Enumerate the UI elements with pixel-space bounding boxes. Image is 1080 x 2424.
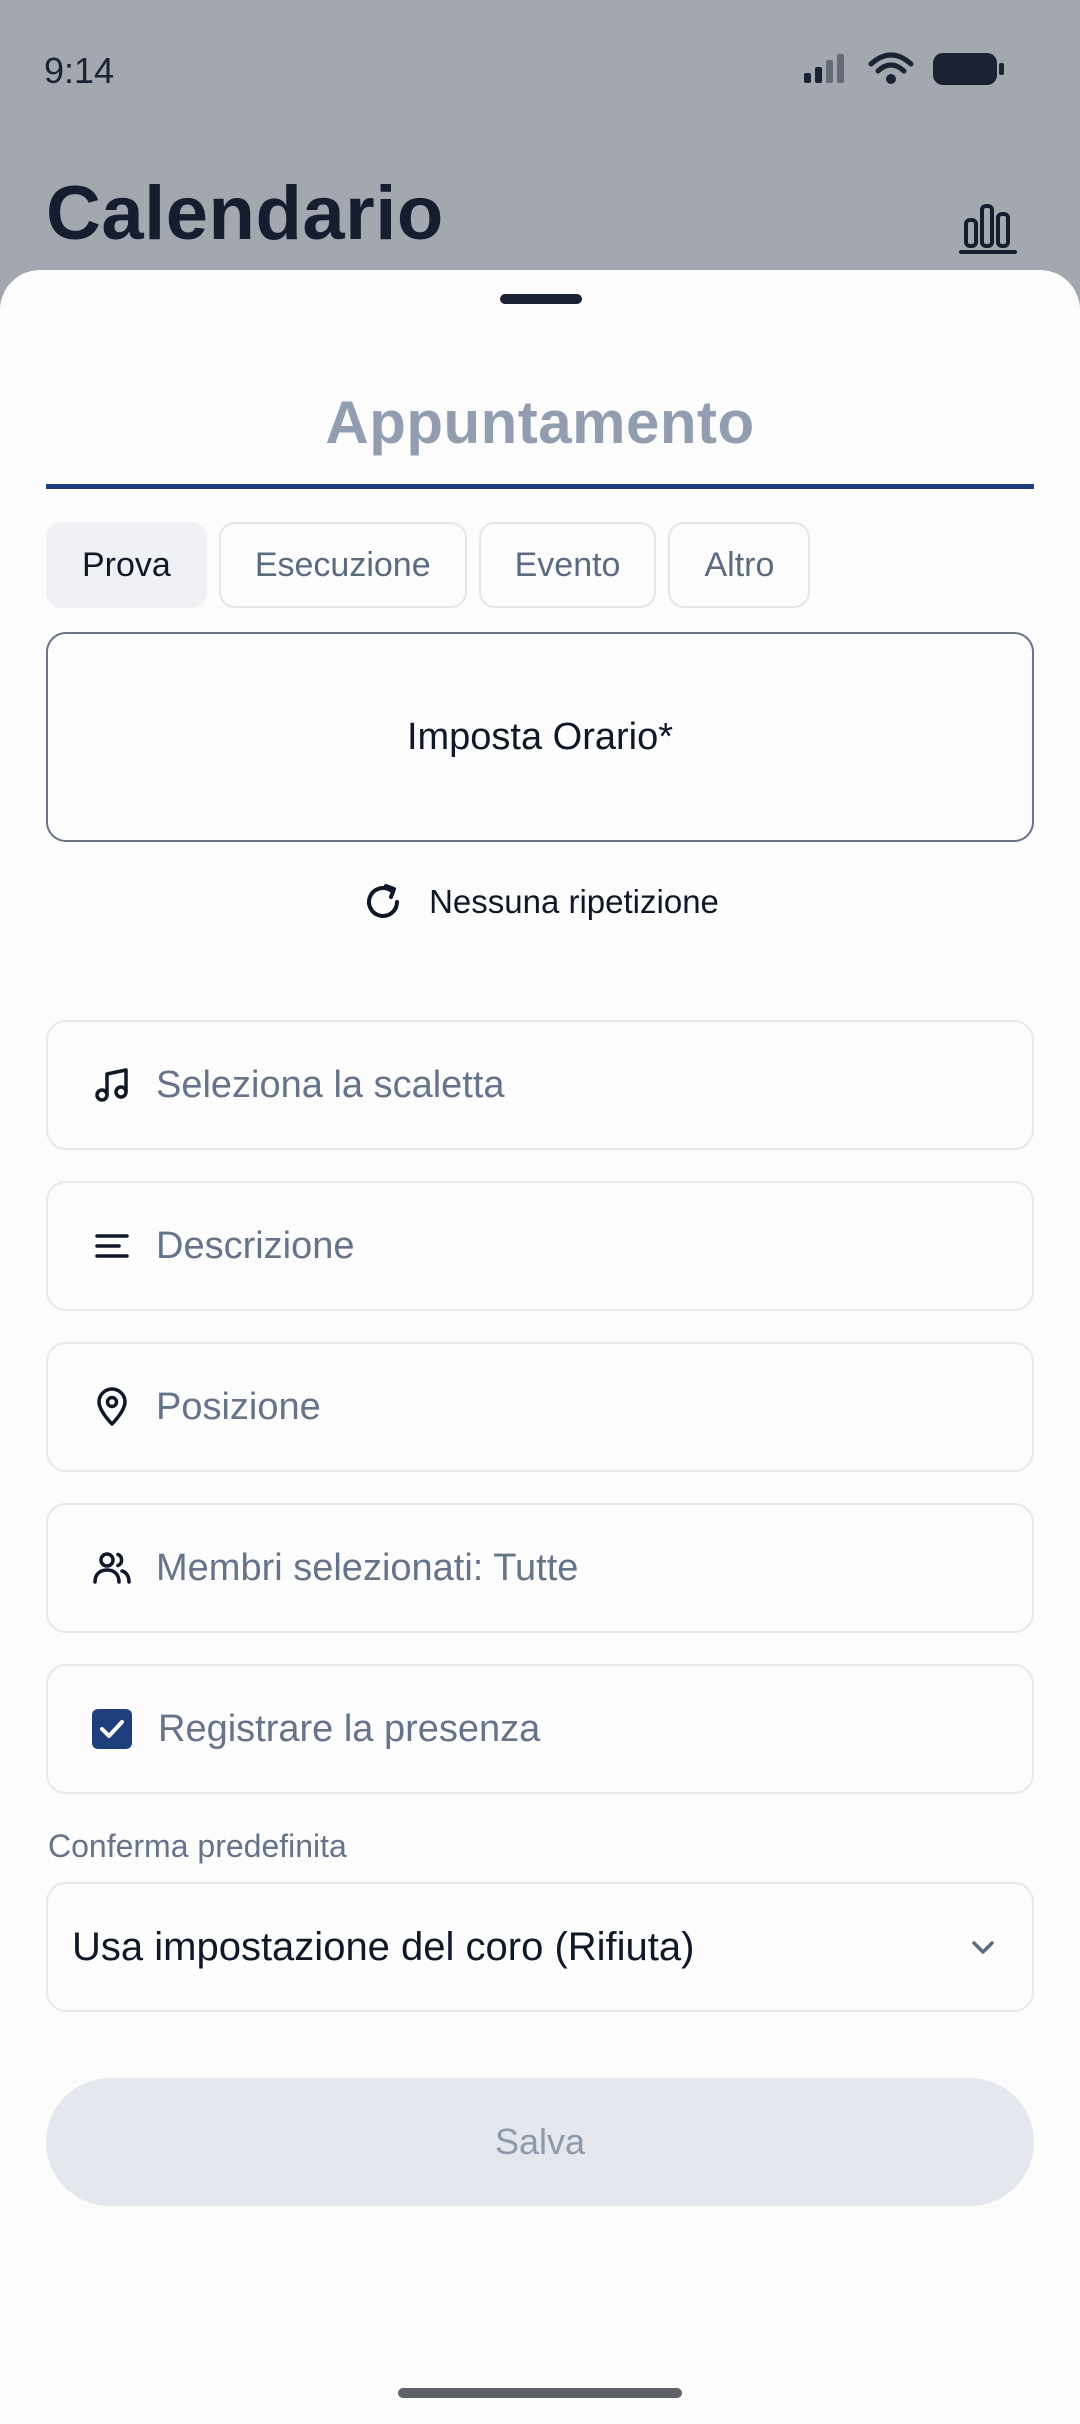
members-field[interactable]: Membri selezionati: Tutte	[46, 1503, 1034, 1633]
default-confirmation-value: Usa impostazione del coro (Rifiuta)	[72, 1924, 695, 1969]
default-confirmation-select[interactable]: Usa impostazione del coro (Rifiuta)	[46, 1882, 1034, 2012]
users-icon	[93, 1552, 131, 1584]
default-confirmation-label: Conferma predefinita	[48, 1828, 347, 1864]
chip-evento[interactable]: Evento	[478, 522, 657, 608]
text-lines-icon	[95, 1234, 129, 1258]
chip-prova[interactable]: Prova	[46, 522, 207, 608]
status-bar: 9:14	[0, 0, 1080, 140]
type-chips: Prova Esecuzione Evento Altro	[46, 522, 811, 608]
status-time: 9:14	[44, 50, 115, 91]
location-field[interactable]: Posizione	[46, 1342, 1034, 1472]
description-field[interactable]: Descrizione	[46, 1181, 1034, 1311]
title-underline	[46, 484, 1034, 489]
bar-chart-icon	[959, 204, 1017, 254]
page-title: Calendario	[46, 171, 444, 256]
chip-altro[interactable]: Altro	[668, 522, 811, 608]
members-label: Membri selezionati: Tutte	[156, 1546, 579, 1589]
stats-button[interactable]	[958, 196, 1018, 256]
checkmark-icon	[100, 1720, 124, 1738]
description-label: Descrizione	[156, 1224, 355, 1267]
repeat-label: Nessuna ripetizione	[429, 883, 719, 920]
attendance-field[interactable]: Registrare la presenza	[46, 1664, 1034, 1794]
attendance-checkbox[interactable]	[92, 1709, 132, 1749]
battery-icon	[933, 53, 1004, 85]
repeat-button[interactable]: Nessuna ripetizione	[0, 880, 1080, 924]
appointment-sheet: Appuntamento Prova Esecuzione Evento Alt…	[0, 270, 1080, 2424]
sheet-title: Appuntamento	[325, 389, 755, 456]
map-pin-icon	[97, 1387, 127, 1426]
music-note-icon	[95, 1068, 128, 1102]
app-header: Calendario	[0, 170, 1080, 280]
setlist-label: Seleziona la scaletta	[156, 1063, 505, 1106]
location-label: Posizione	[156, 1385, 321, 1428]
wifi-icon	[868, 52, 914, 84]
chip-esecuzione[interactable]: Esecuzione	[218, 522, 467, 608]
save-button[interactable]: Salva	[46, 2078, 1034, 2206]
setlist-field[interactable]: Seleziona la scaletta	[46, 1020, 1034, 1150]
home-indicator	[398, 2388, 682, 2398]
set-time-button[interactable]: Imposta Orario*	[46, 632, 1034, 842]
cellular-signal-icon	[804, 54, 844, 83]
status-icons	[802, 52, 1006, 86]
attendance-label: Registrare la presenza	[158, 1707, 541, 1750]
chevron-down-icon	[972, 1941, 994, 1954]
sheet-grabber[interactable]	[500, 294, 582, 304]
refresh-icon	[367, 884, 400, 918]
